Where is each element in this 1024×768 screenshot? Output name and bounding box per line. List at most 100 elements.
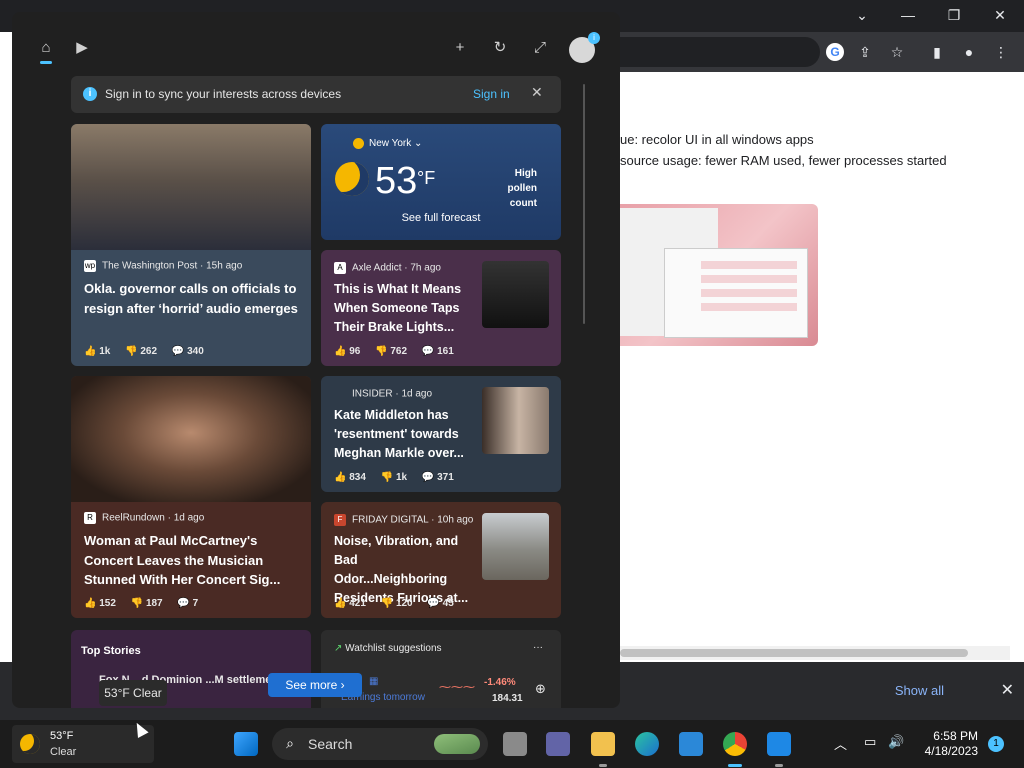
news-headline[interactable]: This is What It Means When Someone Taps …: [334, 280, 474, 337]
vertical-scrollbar[interactable]: [583, 84, 585, 324]
moon-icon: [20, 734, 40, 754]
news-source: A Axle Addict · 7h ago: [334, 262, 441, 274]
news-image: [482, 513, 549, 580]
browser-toolbar: G ⇪ ☆ ▮ ● ⋮: [620, 32, 1024, 72]
like-icon[interactable]: 👍 834: [334, 472, 366, 483]
chevron-up-icon[interactable]: ︿: [834, 734, 847, 753]
bookmark-star-icon[interactable]: ☆: [888, 43, 906, 61]
file-explorer-icon[interactable]: [591, 732, 615, 756]
top-stories-title: Top Stories: [81, 645, 141, 657]
notification-badge[interactable]: 1: [988, 736, 1004, 752]
dislike-icon[interactable]: 👎 120: [381, 598, 413, 609]
like-icon[interactable]: 👍 96: [334, 346, 360, 357]
like-icon[interactable]: 👍 152: [84, 598, 116, 609]
running-indicator: [599, 764, 607, 767]
share-icon[interactable]: ⇪: [856, 43, 874, 61]
signin-link[interactable]: Sign in: [473, 87, 510, 101]
trend-icon: ↗: [334, 643, 346, 654]
calendar-icon: ▦: [369, 676, 379, 687]
side-panel-icon[interactable]: ▮: [928, 43, 946, 61]
reelrundown-logo-icon: R: [84, 512, 96, 524]
comment-icon[interactable]: 💬 340: [172, 346, 204, 357]
weather-unit: °F: [417, 168, 436, 188]
info-icon: i: [83, 87, 97, 101]
search-placeholder: Search: [308, 736, 353, 752]
close-icon[interactable]: ✕: [531, 84, 543, 101]
minimize-button[interactable]: —: [894, 5, 922, 25]
close-icon[interactable]: ✕: [1001, 680, 1014, 700]
search-box[interactable]: ⌕ Search: [272, 728, 488, 760]
page-text-line: source usage: fewer RAM used, fewer proc…: [620, 153, 947, 168]
network-icon[interactable]: ▭: [864, 734, 876, 750]
teams-chat-icon[interactable]: [546, 732, 570, 756]
google-icon[interactable]: G: [826, 43, 844, 61]
add-widget-icon[interactable]: +: [450, 38, 470, 58]
volume-icon[interactable]: 🔊: [888, 734, 904, 750]
security-shield-icon[interactable]: [767, 732, 791, 756]
partly-sunny-icon: [353, 138, 364, 149]
dislike-icon[interactable]: 👎 762: [375, 346, 407, 357]
browser-page: ue: recolor UI in all windows apps sourc…: [620, 72, 1024, 662]
news-card[interactable]: wp The Washington Post · 15h ago Okla. go…: [71, 124, 311, 366]
horizontal-scrollbar[interactable]: [620, 646, 1010, 660]
task-view-icon[interactable]: [503, 732, 527, 756]
news-card[interactable]: INSIDER · 1d ago Kate Middleton has 'res…: [321, 376, 561, 492]
comment-icon[interactable]: 💬 45: [427, 598, 453, 609]
home-icon[interactable]: ⌂: [36, 38, 56, 58]
dislike-icon[interactable]: 👎 262: [125, 346, 157, 357]
friday-digital-logo-icon: F: [334, 514, 346, 526]
page-text-line: ue: recolor UI in all windows apps: [620, 132, 814, 147]
store-icon[interactable]: [679, 732, 703, 756]
pollen-indicator: High pollen count: [507, 168, 537, 209]
expand-icon[interactable]: ⤢: [530, 38, 550, 58]
comment-icon[interactable]: 💬 371: [422, 472, 454, 483]
comment-icon[interactable]: 💬 7: [177, 598, 198, 609]
chrome-icon[interactable]: [723, 732, 747, 756]
weather-card[interactable]: New York ⌄ 53 °F High pollen count See fu…: [321, 124, 561, 240]
see-more-button[interactable]: See more ›: [268, 673, 362, 697]
news-card[interactable]: F FRIDAY DIGITAL · 10h ago Noise, Vibrati…: [321, 502, 561, 618]
start-icon[interactable]: [234, 732, 258, 756]
news-image: [71, 124, 311, 250]
dislike-icon[interactable]: 👎 1k: [381, 472, 407, 483]
comment-icon[interactable]: 💬 161: [422, 346, 454, 357]
restore-button[interactable]: ❐: [940, 5, 968, 25]
widgets-panel: ⌂ ▶ + ↻ ⤢ i i Sign in to sync your inter…: [12, 12, 620, 708]
address-bar[interactable]: [620, 37, 820, 67]
reaction-bar: 👍 421 👎 120 💬 45: [334, 598, 466, 609]
search-highlight-icon: [434, 734, 480, 754]
profile-icon[interactable]: ●: [960, 43, 978, 61]
like-icon[interactable]: 👍 421: [334, 598, 366, 609]
more-options-icon[interactable]: ···: [533, 642, 543, 653]
news-headline[interactable]: Kate Middleton has 'resentment' towards …: [334, 406, 474, 463]
reaction-bar: 👍 834 👎 1k 💬 371: [334, 472, 466, 483]
dislike-icon[interactable]: 👎 187: [131, 598, 163, 609]
stock-sparkline-icon: ⁓⁓⁓: [439, 680, 475, 694]
news-headline[interactable]: Okla. governor calls on officials to res…: [84, 279, 298, 318]
close-button[interactable]: ✕: [986, 5, 1014, 25]
reaction-bar: 👍 96 👎 762 💬 161: [334, 346, 466, 357]
running-indicator: [775, 764, 783, 767]
news-image: [482, 387, 549, 454]
clock[interactable]: 6:58 PM 4/18/2023: [918, 729, 978, 759]
weather-temperature: 53: [375, 160, 418, 202]
news-headline[interactable]: Woman at Paul McCartney's Concert Leaves…: [84, 531, 300, 590]
news-card[interactable]: R ReelRundown · 1d ago Woman at Paul McCa…: [71, 376, 311, 618]
news-card[interactable]: A Axle Addict · 7h ago This is What It Me…: [321, 250, 561, 366]
weather-location[interactable]: New York ⌄: [353, 138, 422, 149]
refresh-icon[interactable]: ↻: [490, 38, 510, 58]
news-headline[interactable]: Noise, Vibration, and Bad Odor...Neighbo…: [334, 532, 474, 608]
video-icon[interactable]: ▶: [72, 38, 92, 58]
show-all-link[interactable]: Show all: [895, 683, 944, 698]
news-source: wp The Washington Post · 15h ago: [84, 260, 243, 272]
chevron-down-icon[interactable]: ⌄: [848, 5, 876, 25]
like-icon[interactable]: 👍 1k: [84, 346, 110, 357]
home-tab-indicator: [40, 61, 52, 64]
see-forecast-link[interactable]: See full forecast: [321, 212, 561, 224]
add-stock-icon[interactable]: ⊕: [535, 681, 546, 697]
weather-tooltip: 53°F Clear: [99, 680, 167, 706]
taskbar-weather-widget[interactable]: 53°F Clear: [12, 725, 154, 763]
edge-icon[interactable]: [635, 732, 659, 756]
menu-icon[interactable]: ⋮: [992, 43, 1010, 61]
news-source: INSIDER · 1d ago: [334, 388, 432, 400]
